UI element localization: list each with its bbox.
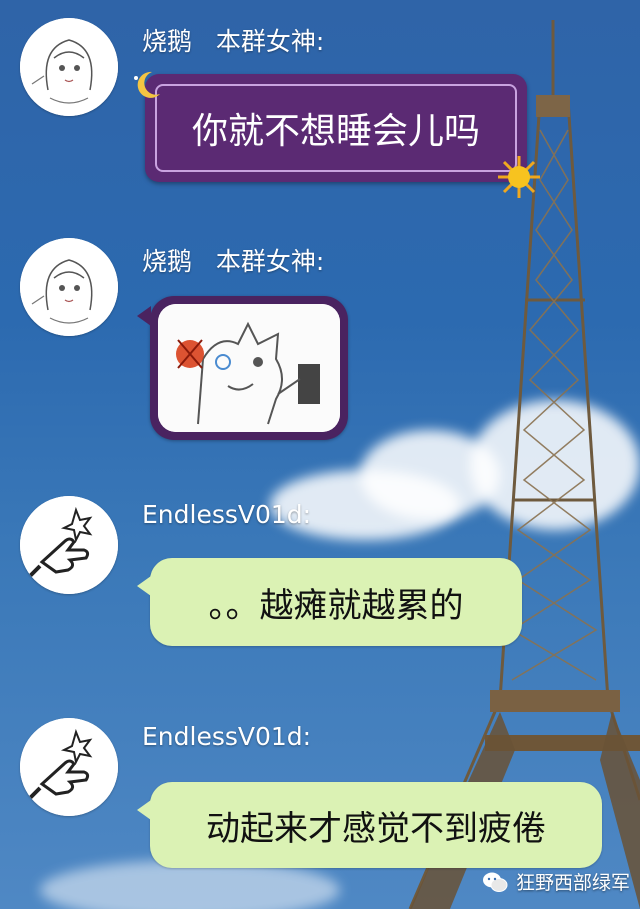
chat-message: EndlessV01d: 。。越瘫就越累的 [0,496,640,676]
message-text: 你就不想睡会儿吗 [155,84,517,172]
cat-shooting-sticker-icon [158,304,340,432]
sender-name: EndlessV01d: [142,500,312,529]
sticker-bubble[interactable] [137,296,348,440]
watermark-text: 狂野西部绿军 [515,872,630,894]
message-bubble[interactable]: 动起来才感觉不到疲倦 [137,782,602,868]
message-text: 。。越瘫就越累的 [208,585,464,626]
wechat-icon [482,872,508,892]
message-bubble[interactable]: 。。越瘫就越累的 [137,558,522,646]
message-text: 动起来才感觉不到疲倦 [206,808,546,849]
chat-message: 烧鹅 本群女神: 你就不想睡会儿吗 [0,18,640,198]
message-bubble[interactable]: 你就不想睡会儿吗 [145,74,527,182]
watermark: 狂野西部绿军 [482,868,630,895]
finger-gun-avatar[interactable] [20,496,118,594]
chat-message: 烧鹅 本群女神: [0,238,640,448]
sender-name: EndlessV01d: [142,722,312,751]
sender-name: 烧鹅 本群女神: [142,27,325,56]
finger-gun-icon [20,496,118,594]
sender-name: 烧鹅 本群女神: [142,247,325,276]
sun-icon [498,156,540,198]
anime-girl-avatar[interactable] [20,238,118,336]
finger-gun-avatar[interactable] [20,718,118,816]
moon-icon [134,71,160,98]
finger-gun-icon [20,718,118,816]
anime-girl-icon [20,238,118,336]
